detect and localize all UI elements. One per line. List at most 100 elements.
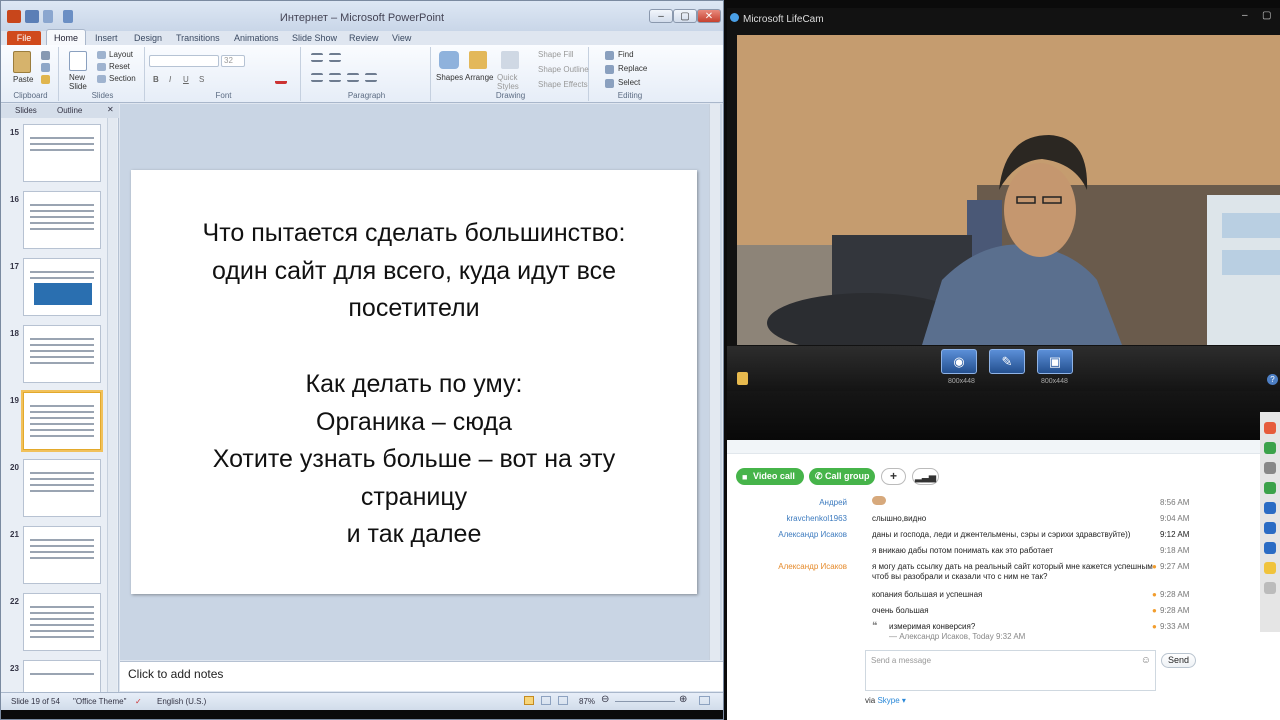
- normal-view-icon[interactable]: [524, 696, 534, 705]
- sidebar-icon-5[interactable]: [1264, 502, 1276, 514]
- message-input[interactable]: Send a message ☺: [865, 650, 1156, 691]
- new-slide-icon[interactable]: [69, 51, 87, 71]
- spellcheck-icon[interactable]: ✓: [135, 697, 142, 706]
- zoom-level[interactable]: 87%: [579, 697, 595, 706]
- shapes-icon[interactable]: [439, 51, 459, 69]
- sidebar-icon-4[interactable]: [1264, 482, 1276, 494]
- format-painter-icon[interactable]: [41, 75, 50, 84]
- numbering-icon[interactable]: [329, 53, 341, 62]
- strikethrough-icon[interactable]: S: [199, 75, 204, 84]
- record-video-button[interactable]: ▣: [1037, 349, 1073, 374]
- align-left-icon[interactable]: [311, 73, 323, 82]
- message-author[interactable]: Александр Исаков: [778, 530, 847, 539]
- sidebar-icon-8[interactable]: [1264, 562, 1276, 574]
- folder-icon[interactable]: [737, 372, 748, 385]
- layout-button[interactable]: Layout: [109, 50, 133, 59]
- minimize-button[interactable]: –: [649, 9, 673, 23]
- slide-thumbnail[interactable]: [23, 526, 101, 584]
- shapes-button[interactable]: Shapes: [436, 73, 463, 82]
- slide-thumbnail[interactable]: [23, 459, 101, 517]
- quick-styles-icon[interactable]: [501, 51, 519, 69]
- paste-button[interactable]: Paste: [13, 75, 33, 84]
- zoom-slider[interactable]: [615, 701, 675, 702]
- justify-icon[interactable]: [365, 73, 377, 82]
- replace-button[interactable]: Replace: [618, 64, 647, 73]
- send-button[interactable]: Send: [1161, 653, 1196, 668]
- new-slide-button[interactable]: New Slide: [69, 73, 91, 91]
- select-button[interactable]: Select: [618, 78, 640, 87]
- sidebar-icon-6[interactable]: [1264, 522, 1276, 534]
- call-group-button[interactable]: ✆ Call group: [809, 468, 875, 485]
- slide-scrollbar[interactable]: [709, 104, 720, 660]
- message-author[interactable]: Андрей: [819, 498, 847, 507]
- thumbnails-scrollbar[interactable]: [107, 118, 117, 692]
- zoom-out-icon[interactable]: ⊖: [601, 694, 609, 705]
- notes-pane[interactable]: Click to add notes: [120, 661, 723, 691]
- video-call-button[interactable]: ■ Video call: [736, 468, 804, 485]
- call-quality-icon[interactable]: ▂▃▅: [912, 468, 939, 485]
- shape-fill-button[interactable]: Shape Fill: [538, 50, 574, 59]
- photo-resolution: 800x448: [948, 378, 975, 385]
- sidebar-icon-7[interactable]: [1264, 542, 1276, 554]
- tab-transitions[interactable]: Transitions: [176, 31, 220, 45]
- quick-styles-button[interactable]: Quick Styles: [497, 73, 523, 91]
- shape-effects-button[interactable]: Shape Effects: [538, 80, 588, 89]
- shape-outline-button[interactable]: Shape Outline: [538, 65, 589, 74]
- lifecam-minimize-button[interactable]: –: [1242, 10, 1248, 21]
- emoticon-icon[interactable]: ☺: [1141, 655, 1151, 666]
- maximize-button[interactable]: ▢: [673, 9, 697, 23]
- sidebar-icon-1[interactable]: [1264, 422, 1276, 434]
- font-name-input[interactable]: [149, 55, 219, 67]
- slide-thumbnail[interactable]: [23, 593, 101, 651]
- close-button[interactable]: ✕: [697, 9, 721, 23]
- tab-view[interactable]: View: [392, 31, 411, 45]
- find-button[interactable]: Find: [618, 50, 634, 59]
- sidebar-icon-9[interactable]: [1264, 582, 1276, 594]
- slide-thumbnail[interactable]: [23, 325, 101, 383]
- help-icon[interactable]: ?: [1267, 374, 1278, 385]
- tab-insert[interactable]: Insert: [95, 31, 118, 45]
- slide-thumbnail[interactable]: [23, 258, 101, 316]
- current-slide[interactable]: Что пытается сделать большинство: один с…: [131, 170, 697, 594]
- slide-thumbnail[interactable]: [23, 191, 101, 249]
- align-right-icon[interactable]: [347, 73, 359, 82]
- cut-icon[interactable]: [41, 51, 50, 60]
- bullets-icon[interactable]: [311, 53, 323, 62]
- paste-icon[interactable]: [13, 51, 31, 73]
- tab-slide-show[interactable]: Slide Show: [292, 31, 337, 45]
- tab-design[interactable]: Design: [134, 31, 162, 45]
- edit-button[interactable]: ✎: [989, 349, 1025, 374]
- via-skype-dropdown[interactable]: Skype ▾: [877, 696, 905, 705]
- take-photo-button[interactable]: ◉: [941, 349, 977, 374]
- close-panel-icon[interactable]: ✕: [107, 105, 114, 114]
- sidebar-icon-2[interactable]: [1264, 442, 1276, 454]
- arrange-button[interactable]: Arrange: [465, 73, 493, 82]
- underline-icon[interactable]: U: [183, 75, 189, 84]
- reading-view-icon[interactable]: [558, 696, 568, 705]
- slide-thumbnail[interactable]: [21, 390, 103, 452]
- tab-review[interactable]: Review: [349, 31, 379, 45]
- italic-icon[interactable]: I: [169, 75, 171, 84]
- bold-icon[interactable]: B: [153, 75, 159, 84]
- copy-icon[interactable]: [41, 63, 50, 72]
- tab-animations[interactable]: Animations: [234, 31, 279, 45]
- tab-outline[interactable]: Outline: [57, 106, 82, 115]
- fit-slide-icon[interactable]: [699, 696, 710, 705]
- add-participant-button[interactable]: +: [881, 468, 906, 485]
- language[interactable]: English (U.S.): [157, 697, 206, 706]
- slide-sorter-icon[interactable]: [541, 696, 551, 705]
- align-center-icon[interactable]: [329, 73, 341, 82]
- font-color-icon[interactable]: [275, 75, 287, 84]
- zoom-in-icon[interactable]: ⊕: [679, 694, 687, 705]
- section-button[interactable]: Section: [109, 74, 136, 83]
- sidebar-icon-3[interactable]: [1264, 462, 1276, 474]
- reset-button[interactable]: Reset: [109, 62, 130, 71]
- lifecam-maximize-button[interactable]: ▢: [1262, 10, 1271, 21]
- font-size-input[interactable]: 32: [221, 55, 245, 67]
- thumbnail-number: 23: [10, 664, 19, 673]
- tab-slides[interactable]: Slides: [15, 106, 37, 115]
- message-author[interactable]: Александр Исаков: [778, 562, 847, 571]
- message-author[interactable]: kravchenkol1963: [787, 514, 847, 523]
- arrange-icon[interactable]: [469, 51, 487, 69]
- slide-thumbnail[interactable]: [23, 124, 101, 182]
